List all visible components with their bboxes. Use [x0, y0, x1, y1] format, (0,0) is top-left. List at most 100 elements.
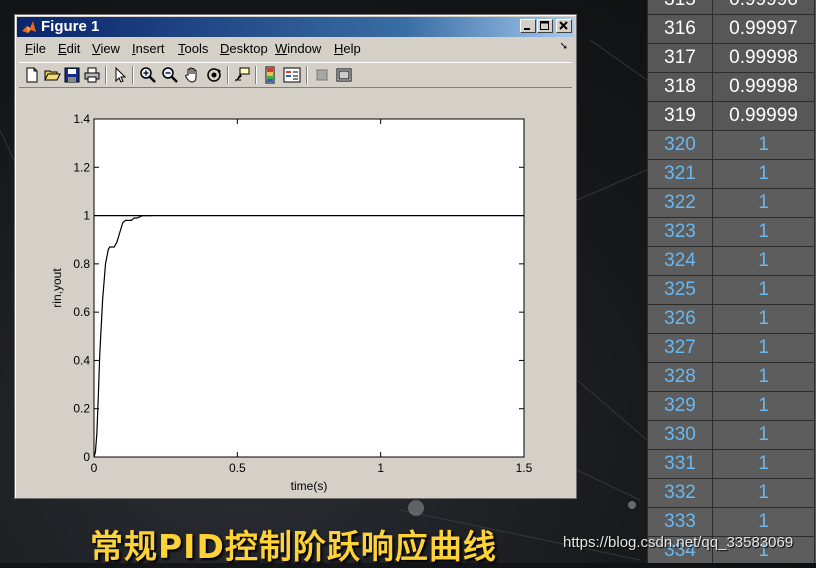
table-row: 329 1 [647, 391, 815, 421]
y-tick-label: 1.2 [73, 160, 90, 174]
data-table-panel: 3150.999963160.999973170.999983180.99998… [647, 0, 816, 563]
row-index-cell: 320 [647, 130, 713, 160]
row-value-cell: 1 [712, 188, 815, 218]
figure-window: Figure 1 File Edit View Insert Tools Desktop W… [14, 14, 577, 499]
zoom-in-icon[interactable] [139, 66, 157, 84]
y-tick-label: 1.4 [73, 112, 90, 126]
table-row: 320 1 [647, 130, 815, 160]
table-row: 327 1 [647, 333, 815, 363]
row-index-cell: 323 [647, 217, 713, 247]
table-row: 328 1 [647, 362, 815, 392]
x-tick-label: 0.5 [229, 461, 246, 475]
y-tick-label: 0.4 [73, 353, 90, 367]
row-value-cell: 1 [712, 507, 815, 537]
toolbar-separator [227, 66, 229, 84]
y-tick-label: 0.8 [73, 257, 90, 271]
y-tick-label: 0 [83, 450, 90, 464]
table-row: 318 0.99998 [647, 72, 815, 102]
table-row: 322 1 [647, 188, 815, 218]
row-value-cell: 1 [712, 304, 815, 334]
dock-arrow-icon[interactable]: ➘ [560, 41, 568, 52]
row-index-cell: 332 [647, 478, 713, 508]
colorbar-icon[interactable] [261, 66, 279, 84]
table-row: 332 1 [647, 478, 815, 508]
hide-plot-tools-icon[interactable] [313, 66, 331, 84]
minimize-button[interactable] [520, 19, 536, 33]
row-index-cell: 319 [647, 101, 713, 131]
y-tick-label: 0.2 [73, 402, 90, 416]
row-index-cell: 327 [647, 333, 713, 363]
minimize-icon [524, 28, 530, 30]
data-cursor-icon[interactable] [233, 66, 251, 84]
table-row: 325 1 [647, 275, 815, 305]
menu-view[interactable]: View [92, 41, 120, 56]
video-caption: 常规PID控制阶跃响应曲线 [90, 527, 497, 566]
new-figure-icon[interactable] [23, 66, 41, 84]
show-plot-tools-icon[interactable] [335, 66, 353, 84]
y-tick-label: 0.6 [73, 305, 90, 319]
legend-icon[interactable] [283, 66, 301, 84]
edit-plot-arrow-icon[interactable] [111, 66, 129, 84]
row-value-cell: 0.99998 [712, 72, 815, 102]
menu-insert[interactable]: Insert [132, 41, 165, 56]
row-value-cell: 1 [712, 391, 815, 421]
toolbar-separator [132, 66, 134, 84]
row-value-cell: 1 [712, 275, 815, 305]
row-value-cell: 1 [712, 420, 815, 450]
row-value-cell: 0.99997 [712, 14, 815, 44]
row-value-cell: 1 [712, 246, 815, 276]
row-index-cell: 333 [647, 507, 713, 537]
toolbar-separator [255, 66, 257, 84]
menu-tools[interactable]: Tools [178, 41, 208, 56]
print-icon[interactable] [83, 66, 101, 84]
menu-desktop[interactable]: Desktop [220, 41, 268, 56]
table-row: 317 0.99998 [647, 43, 815, 73]
menu-edit[interactable]: Edit [58, 41, 80, 56]
menu-file[interactable]: File [25, 41, 46, 56]
x-tick-label: 0 [91, 461, 98, 475]
x-tick-label: 1.5 [516, 461, 533, 475]
maximize-button[interactable] [537, 19, 553, 33]
row-index-cell: 322 [647, 188, 713, 218]
table-row: 333 1 [647, 507, 815, 537]
table-row: 331 1 [647, 449, 815, 479]
row-index-cell: 317 [647, 43, 713, 73]
toolbar-separator [105, 66, 107, 84]
table-row: 330 1 [647, 420, 815, 450]
row-index-cell: 324 [647, 246, 713, 276]
plot-area: 0 0.2 0.4 0.6 0.8 1 1.2 1.4 0 0.5 1 1.5 time(s) rin,y… [15, 90, 578, 500]
data-table: 3150.999963160.999973170.999983180.99998… [647, 0, 815, 563]
close-button[interactable] [556, 19, 572, 33]
row-index-cell: 325 [647, 275, 713, 305]
row-value-cell: 1 [712, 333, 815, 363]
row-value-cell: 1 [712, 449, 815, 479]
plot-background [93, 118, 525, 458]
row-value-cell: 1 [712, 130, 815, 160]
x-tick-label: 1 [377, 461, 384, 475]
close-icon [559, 21, 568, 30]
rotate-3d-icon[interactable] [205, 66, 223, 84]
menu-help[interactable]: Help [334, 41, 361, 56]
line-chart[interactable]: 0 0.2 0.4 0.6 0.8 1 1.2 1.4 0 0.5 1 1.5 time(s) rin,y… [15, 90, 578, 500]
row-index-cell: 328 [647, 362, 713, 392]
figure-toolbar [19, 62, 572, 88]
menu-window[interactable]: Window [275, 41, 321, 56]
row-value-cell: 0.99998 [712, 43, 815, 73]
zoom-out-icon[interactable] [161, 66, 179, 84]
title-bar[interactable]: Figure 1 [17, 17, 574, 37]
row-value-cell: 0.99999 [712, 101, 815, 131]
open-file-icon[interactable] [43, 66, 61, 84]
row-index-cell: 329 [647, 391, 713, 421]
table-row: 319 0.99999 [647, 101, 815, 131]
y-axis-label: rin,yout [50, 268, 64, 308]
pan-hand-icon[interactable] [183, 66, 201, 84]
x-axis-label: time(s) [291, 479, 328, 493]
row-index-cell: 318 [647, 72, 713, 102]
table-row: 326 1 [647, 304, 815, 334]
save-icon[interactable] [63, 66, 81, 84]
row-value-cell: 0.99996 [712, 0, 815, 15]
y-tick-label: 1 [83, 209, 90, 223]
row-index-cell: 315 [647, 0, 713, 15]
row-index-cell: 321 [647, 159, 713, 189]
table-row: 324 1 [647, 246, 815, 276]
